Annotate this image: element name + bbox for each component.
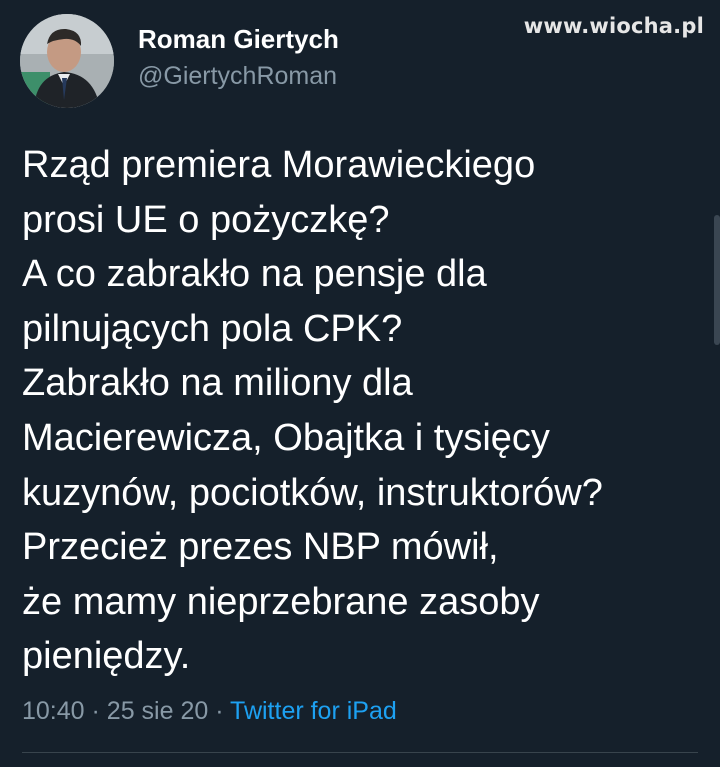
author-block[interactable]: Roman Giertych @GiertychRoman	[138, 22, 339, 96]
tweet-line: pilnujących pola CPK?	[22, 307, 403, 350]
meta-separator: ·	[91, 697, 100, 725]
tweet-line: kuzynów, pociotków, instruktorów?	[22, 471, 603, 514]
tweet-time[interactable]: 10:40	[22, 697, 85, 725]
tweet-line: Zabrakło na miliony dla	[22, 362, 413, 405]
author-display-name[interactable]: Roman Giertych	[138, 22, 339, 56]
tweet-line: Rząd premiera Morawieckiego	[22, 144, 536, 186]
tweet-line: pieniędzy.	[22, 635, 191, 678]
tweet-line: Przecież prezes NBP mówił,	[22, 526, 499, 569]
avatar[interactable]	[20, 14, 114, 108]
divider	[22, 752, 698, 753]
scrollbar[interactable]	[714, 215, 720, 345]
tweet-line: Macierewicza, Obajtka i tysięcy	[22, 416, 550, 459]
tweet-line: że mamy nieprzebrane zasoby	[22, 580, 540, 623]
tweet-screen: www.wiocha.pl Roman Giertych @GiertychRo…	[0, 0, 720, 767]
meta-separator: ·	[215, 697, 224, 725]
watermark: www.wiocha.pl	[523, 14, 704, 38]
tweet-meta: 10:40 · 25 sie 20 · Twitter for iPad	[22, 697, 397, 726]
tweet-date[interactable]: 25 sie 20	[107, 697, 208, 725]
author-handle[interactable]: @GiertychRoman	[138, 56, 339, 96]
tweet-line: A co zabrakło na pensje dla	[22, 253, 487, 296]
profile-photo-icon	[20, 14, 114, 108]
tweet-text: Rząd premiera Morawieckiego prosi UE o p…	[22, 138, 712, 684]
tweet-line: prosi UE o pożyczkę?	[22, 198, 390, 241]
tweet-source-link[interactable]: Twitter for iPad	[230, 697, 397, 725]
